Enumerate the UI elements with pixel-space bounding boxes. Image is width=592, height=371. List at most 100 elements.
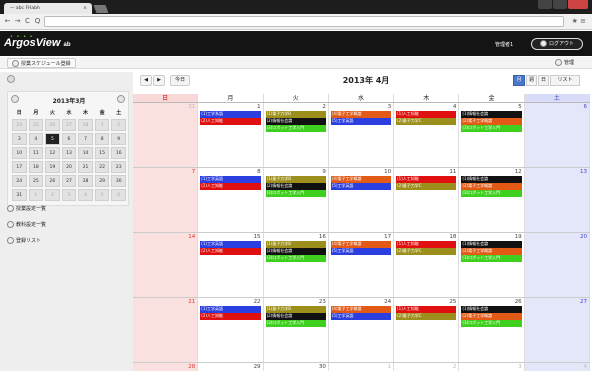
sidebar-item-registration-list[interactable]: 登録リスト [7,236,129,247]
mini-day-cell[interactable]: 26 [45,119,60,131]
app-logo[interactable]: ArgosView ab [4,37,71,49]
event-bar[interactable]: (1)人工知能 [396,306,457,313]
mini-day-cell[interactable]: 24 [12,119,27,131]
prev-month-button[interactable]: ◀ [140,75,152,86]
day-cell[interactable]: 11 (1)人工知能 (2)量子力学C [394,168,460,232]
mini-day-cell[interactable]: 28 [78,175,93,187]
event-bar[interactable]: (3)ロボット工学入門 [461,320,522,327]
event-bar[interactable]: (1)情報社会論 [461,306,522,313]
mini-day-cell[interactable]: 15 [94,147,110,159]
day-cell[interactable]: 10 (4)電子工学概論 (5)工学英語 [329,168,395,232]
event-bar[interactable]: (2)情報社会論 [265,248,326,255]
event-bar[interactable]: (2)量子力学C [396,248,457,255]
day-cell[interactable]: 24 (4)電子工学概論 (5)工学英語 [329,298,395,362]
day-cell[interactable]: 19 (1)情報社会論 (2)電子工学概論 (3)ロボット工学入門 [459,233,525,297]
day-cell[interactable]: 7 [133,168,199,232]
back-arrow-icon[interactable]: ← [3,17,12,26]
event-bar[interactable]: (5)工学英語 [330,248,392,255]
day-cell[interactable]: 1 [329,363,395,371]
mini-day-cell[interactable]: 16 [111,147,126,159]
event-bar[interactable]: (2)電子工学概論 [461,313,522,320]
day-cell[interactable]: 25 (1)人工知能 (2)量子力学C [394,298,460,362]
view-button-2[interactable]: 日 [538,75,549,86]
event-bar[interactable]: (1)工学系語 [200,111,261,118]
day-cell[interactable]: 29 [198,363,264,371]
close-tab-icon[interactable]: × [83,3,87,14]
event-bar[interactable]: (3)ロボット工学入門 [461,190,522,197]
browser-tab[interactable]: — abc FHabh × [4,3,92,14]
today-button[interactable]: 今日 [170,75,190,86]
mini-day-cell[interactable]: 3 [12,133,27,145]
day-cell[interactable]: 23 (1)量子力学B (2)情報社会論 (3)ロボット工学入門 [264,298,329,362]
day-cell[interactable]: 2 [394,363,460,371]
mini-day-cell[interactable]: 21 [78,161,93,173]
reload-icon[interactable]: C [23,17,32,26]
mini-day-cell[interactable]: 1 [94,119,110,131]
forward-arrow-icon[interactable]: → [13,17,22,26]
mini-day-cell[interactable]: 26 [45,175,60,187]
event-bar[interactable]: (2)人工知能 [200,183,261,190]
event-bar[interactable]: (1)工学英語 [200,176,261,183]
event-bar[interactable]: (1)工学英語 [200,241,261,248]
sidebar-item-class-settings[interactable]: 授業設定一覧 [7,204,129,215]
new-tab-button[interactable] [93,5,109,13]
mini-day-cell[interactable]: 8 [94,133,110,145]
mini-day-cell[interactable]: 5 [94,189,110,201]
day-cell[interactable]: 8 (1)工学英語 (2)人工知能 [198,168,264,232]
address-bar[interactable] [44,16,564,27]
day-cell[interactable]: 30 [264,363,329,371]
event-bar[interactable]: (2)人工知能 [200,313,261,320]
mini-day-cell[interactable]: 28 [78,119,93,131]
event-bar[interactable]: (3)ロボット工学入門 [265,320,326,327]
event-bar[interactable]: (1)情報社会論 [461,176,522,183]
mini-day-cell[interactable]: 2 [111,119,126,131]
mini-day-cell[interactable]: 2 [45,189,60,201]
day-cell[interactable]: 21 [133,298,199,362]
event-bar[interactable]: (1)工学英語 [200,306,261,313]
mini-day-cell[interactable]: 13 [61,147,77,159]
mini-day-cell[interactable]: 27 [61,175,77,187]
sidebar-toggle-icon[interactable] [7,75,15,83]
close-window-icon[interactable] [568,0,588,9]
event-bar[interactable]: (2)量子力学C [396,183,457,190]
day-cell[interactable]: 31 [133,103,199,167]
day-cell[interactable]: 28 [133,363,199,371]
mini-day-cell[interactable]: 22 [94,161,110,173]
mini-day-cell[interactable]: 4 [28,133,44,145]
search-icon[interactable]: Q [33,17,42,26]
day-cell[interactable]: 3 (4)電子工学概論 (5)工学英語 [329,103,395,167]
manage-link[interactable]: 管理 [554,58,574,68]
day-cell[interactable]: 17 (4)電子工学概論 (5)工学英語 [329,233,395,297]
sidebar-item-subject-settings[interactable]: 教科設定一覧 [7,220,129,231]
day-cell[interactable]: 3 [459,363,525,371]
mini-day-cell[interactable]: 12 [45,147,60,159]
mini-day-cell[interactable]: 23 [111,161,126,173]
event-bar[interactable]: (1)量子力学B [265,241,326,248]
event-bar[interactable]: (4)電子工学概論 [330,176,392,183]
mini-day-cell[interactable]: 31 [12,189,27,201]
browser-menu-icons[interactable]: ★ ≡ [572,17,586,25]
mini-day-cell[interactable]: 9 [111,133,126,145]
day-cell[interactable]: 18 (1)人工知能 (2)量子力学C [394,233,460,297]
mini-day-cell[interactable]: 5 [45,133,60,145]
mini-day-cell[interactable]: 17 [12,161,27,173]
mini-day-cell[interactable]: 18 [28,161,44,173]
logout-button[interactable]: ログアウト [531,38,583,50]
day-cell[interactable]: 4 (1)人工知能 (2)量子力学C [394,103,460,167]
mini-day-cell[interactable]: 20 [61,161,77,173]
next-month-button[interactable]: ▶ [153,75,165,86]
event-bar[interactable]: (2)人工知能 [200,118,261,125]
day-cell[interactable]: 2 (1)電子力学B (2)情報社会論 (3)ロボット工学入門 [264,103,329,167]
event-bar[interactable]: (1)情報社会論 [461,241,522,248]
event-bar[interactable]: (1)人工知能 [396,111,457,118]
day-cell[interactable]: 5 (1)情報社会論 (2)電子工学概論 (3)ロボット工学入門 [459,103,525,167]
day-cell[interactable]: 4 [524,363,590,371]
event-bar[interactable]: (1)情報社会論 [461,111,522,118]
mini-day-cell[interactable]: 25 [28,175,44,187]
day-cell[interactable]: 1 (1)工学系語 (2)人工知能 [198,103,264,167]
event-bar[interactable]: (2)電子工学概論 [461,248,522,255]
event-bar[interactable]: (5)工学英語 [330,183,392,190]
event-bar[interactable]: (3)ロボット工学入門 [265,255,326,262]
day-cell[interactable]: 13 [524,168,590,232]
day-cell[interactable]: 6 [524,103,590,167]
